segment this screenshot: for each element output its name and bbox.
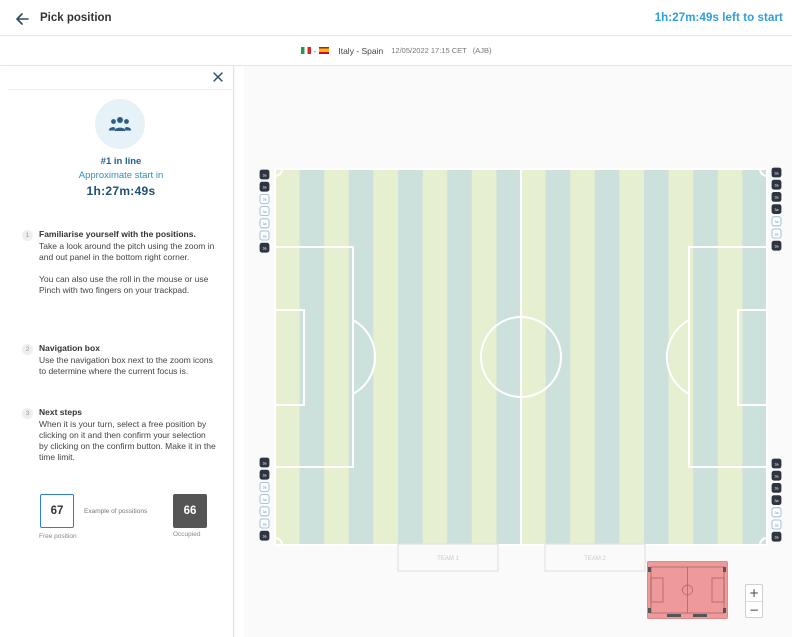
navigation-box[interactable] bbox=[647, 561, 728, 619]
seat-label: 3a bbox=[263, 198, 267, 202]
seat-label: 3a bbox=[775, 220, 779, 224]
seat-label: 3a bbox=[775, 208, 779, 212]
pitch-stripe bbox=[545, 169, 571, 545]
step-text: Take a look around the pitch using the z… bbox=[39, 241, 215, 262]
panel-divider bbox=[8, 89, 234, 90]
match-date: 12/05/2022 17:15 CET bbox=[391, 46, 467, 55]
queue-position: #1 in line bbox=[100, 156, 142, 167]
close-icon[interactable] bbox=[211, 70, 225, 84]
seat-label: 3a bbox=[775, 523, 779, 527]
step-text: Use the navigation box next to the zoom … bbox=[39, 355, 213, 376]
minimap-seat-block bbox=[723, 608, 726, 613]
occupied-position-example: 66 bbox=[173, 494, 207, 528]
seat-label: 3a bbox=[263, 474, 267, 478]
pitch-stripe bbox=[471, 169, 497, 545]
countdown-timer: 1h:27m:49s left to start bbox=[654, 12, 783, 24]
minimap-seat-block bbox=[648, 567, 651, 572]
team-bench-label: TEAM 2 bbox=[584, 556, 606, 562]
seat-label: 3a bbox=[775, 462, 779, 466]
pitch-stripe bbox=[373, 169, 399, 545]
seat-label: 3a bbox=[263, 535, 267, 539]
seat-label: 3a bbox=[263, 234, 267, 238]
queue-avatar bbox=[95, 99, 145, 149]
free-position-example: 67 bbox=[40, 494, 74, 528]
pitch-stripe bbox=[644, 169, 670, 545]
pitch-stripe bbox=[619, 169, 645, 545]
occupied-position-caption: Occupied bbox=[173, 531, 201, 538]
pitch-stripe bbox=[521, 169, 547, 545]
step-number: 1 bbox=[22, 230, 33, 241]
people-group-icon bbox=[108, 117, 132, 131]
step-body: When it is your turn, select a free posi… bbox=[39, 419, 217, 474]
match-bar: - Italy - Spain 12/05/2022 17:15 CET (AJ… bbox=[0, 36, 792, 66]
seat-label: 3a bbox=[263, 186, 267, 190]
zoom-in-button[interactable]: + bbox=[746, 585, 762, 601]
seat-label: 3a bbox=[775, 487, 779, 491]
zoom-out-button[interactable]: − bbox=[746, 602, 762, 618]
pitch-area[interactable]: 3a 3a 3a 3a 3a 3a 3a 3a 3a 3a 3a 3a 3a 3a 3a 3a 3a 3a 3a 3a… bbox=[244, 66, 792, 637]
minimap-bench bbox=[693, 614, 707, 617]
seat-label: 3a bbox=[775, 196, 779, 200]
seat-label: 3a bbox=[263, 522, 267, 526]
step-text: You can also use the roll in the mouse o… bbox=[39, 274, 209, 295]
minimap-bench bbox=[667, 614, 681, 617]
seat-label: 3a bbox=[775, 184, 779, 188]
instructions-panel: #1 in line Approximate start in 1h:27m:4… bbox=[8, 66, 234, 637]
pitch-stripe bbox=[570, 169, 596, 545]
page-title: Pick position bbox=[40, 12, 112, 24]
pitch-stripe bbox=[324, 169, 350, 545]
seat-label: 3a bbox=[775, 499, 779, 503]
italy-flag-icon bbox=[300, 47, 311, 54]
zoom-controls: + − bbox=[745, 584, 763, 618]
free-position-caption: Free position bbox=[39, 533, 77, 540]
seat-label: 3a bbox=[263, 486, 267, 490]
step-body: Take a look around the pitch using the z… bbox=[39, 241, 217, 307]
pitch-stripe bbox=[496, 169, 522, 545]
seat-label: 3a bbox=[263, 498, 267, 502]
seat-label: 3a bbox=[263, 222, 267, 226]
pitch-stripe bbox=[717, 169, 743, 545]
pitch-canvas[interactable]: 3a 3a 3a 3a 3a 3a 3a 3a 3a 3a 3a 3a 3a 3a 3a 3a 3a 3a 3a 3a… bbox=[244, 66, 792, 637]
seat-label: 3a bbox=[263, 510, 267, 514]
pitch-stripe bbox=[447, 169, 473, 545]
step-body: Use the navigation box next to the zoom … bbox=[39, 355, 217, 388]
seat-label: 3a bbox=[775, 232, 779, 236]
seat-label: 3a bbox=[775, 511, 779, 515]
pitch-stripe bbox=[398, 169, 424, 545]
pitch-stripe bbox=[693, 169, 719, 545]
team-bench-label: TEAM 1 bbox=[437, 556, 459, 562]
seat-label: 3a bbox=[263, 461, 267, 465]
match-name: Italy - Spain bbox=[338, 45, 384, 56]
step-title: Navigation box bbox=[39, 343, 100, 353]
approx-start-label: Approximate start in bbox=[78, 170, 164, 181]
flag-separator: - bbox=[313, 45, 317, 56]
step-number: 2 bbox=[22, 344, 33, 355]
pitch-stripe bbox=[594, 169, 620, 545]
example-label: Example of possitions bbox=[84, 508, 148, 515]
seat-label: 3a bbox=[263, 173, 267, 177]
seat-label: 3a bbox=[775, 536, 779, 540]
pitch-stripe bbox=[742, 169, 768, 545]
seat-label: 3a bbox=[775, 245, 779, 249]
minimap-seat-block bbox=[648, 608, 651, 613]
approx-start-time: 1h:27m:49s bbox=[86, 184, 156, 198]
seat-label: 3a bbox=[775, 171, 779, 175]
step-title: Familiarise yourself with the positions. bbox=[39, 229, 196, 239]
pitch-stripe bbox=[422, 169, 448, 545]
pitch-stripe bbox=[275, 169, 301, 545]
step-title: Next steps bbox=[39, 407, 82, 417]
seat-label: 3a bbox=[263, 210, 267, 214]
step-number: 3 bbox=[22, 408, 33, 419]
back-arrow-icon[interactable] bbox=[14, 10, 32, 28]
step-text: When it is your turn, select a free posi… bbox=[39, 419, 216, 462]
minimap-seat-block bbox=[723, 567, 726, 572]
top-bar: Pick position 1h:27m:49s left to start bbox=[0, 0, 792, 36]
match-code: (AJB) bbox=[472, 46, 492, 55]
seat-label: 3a bbox=[775, 475, 779, 479]
spain-flag-icon bbox=[319, 47, 330, 54]
app-root: Pick position 1h:27m:49s left to start -… bbox=[0, 0, 792, 637]
seat-label: 3a bbox=[263, 247, 267, 251]
